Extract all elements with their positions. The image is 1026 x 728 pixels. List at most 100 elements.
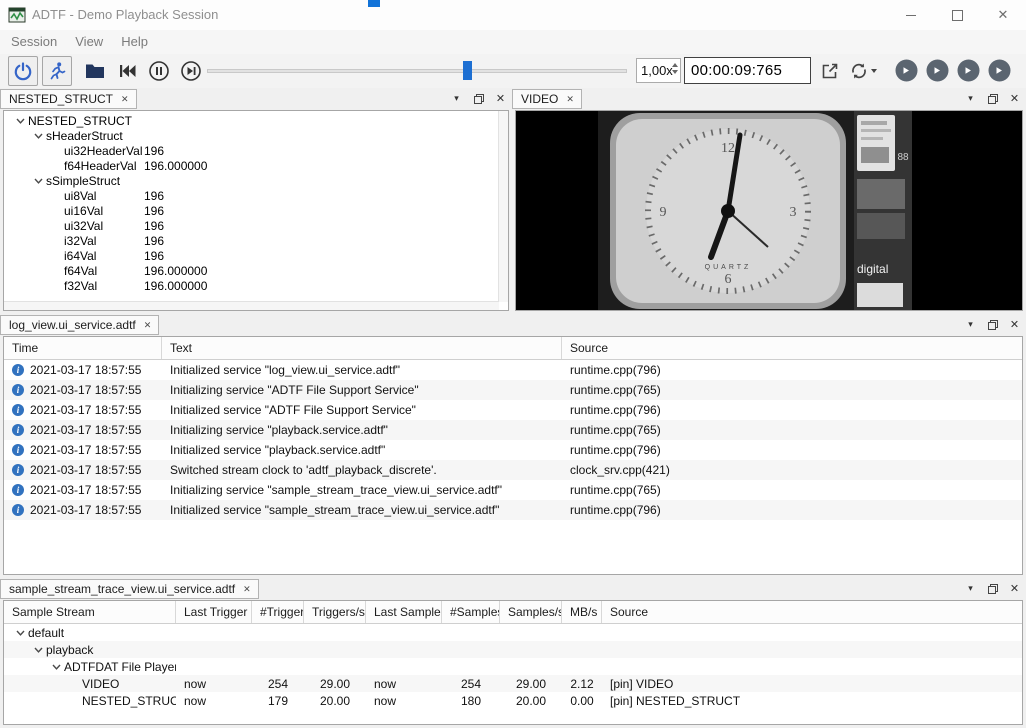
run-session-button[interactable] [42,56,72,86]
column-header-samples-per-s[interactable]: Samples/s [500,601,562,623]
column-header-text[interactable]: Text [162,337,562,359]
panel-close-button[interactable]: ✕ [1007,317,1022,332]
tree-item[interactable]: f32Val196.000000 [4,278,498,293]
strip-digital-text: digital [857,262,888,276]
playback-time-display[interactable]: 00:00:09:765 [684,57,811,84]
vertical-scrollbar[interactable] [498,111,508,302]
panel-float-button[interactable] [471,91,486,106]
chevron-down-icon[interactable] [12,630,28,636]
tree-item[interactable]: sSimpleStruct [4,173,498,188]
tab-nested-struct[interactable]: NESTED_STRUCT ✕ [0,89,137,109]
column-header-time[interactable]: Time [4,337,162,359]
timeline-slider[interactable] [207,61,627,81]
chevron-down-icon[interactable] [30,178,46,184]
marker-button-2[interactable] [926,59,949,82]
chevron-down-icon[interactable] [30,133,46,139]
log-row[interactable]: i2021-03-17 18:57:55Initialized service … [4,360,1022,380]
skip-to-start-button[interactable] [112,56,142,86]
panel-menu-button[interactable]: ▾ [963,91,978,106]
pause-button[interactable] [144,56,174,86]
panel-header: NESTED_STRUCT ✕ ▾ ✕ [0,88,512,110]
tab-video[interactable]: VIDEO ✕ [512,89,582,109]
menu-help[interactable]: Help [112,30,157,54]
tree-item[interactable]: f64HeaderVal196.000000 [4,158,498,173]
tree-item-label: sHeaderStruct [46,129,123,143]
panel-float-button[interactable] [985,317,1000,332]
panel-float-button[interactable] [985,91,1000,106]
step-forward-button[interactable] [176,56,206,86]
panel-menu-button[interactable]: ▾ [449,91,464,106]
minimize-button[interactable] [888,0,934,30]
menu-session[interactable]: Session [2,30,66,54]
spin-up-icon[interactable] [672,63,678,67]
column-header-source[interactable]: Source [602,601,1022,623]
tree-item[interactable]: ui32HeaderVal196 [4,143,498,158]
timeline-slider-track[interactable] [207,69,627,73]
trace-row[interactable]: playback [4,641,1022,658]
log-row[interactable]: i2021-03-17 18:57:55Initialized service … [4,500,1022,520]
chevron-down-icon[interactable] [48,664,64,670]
panel-menu-button[interactable]: ▾ [963,317,978,332]
column-header-sample-stream[interactable]: Sample Stream [4,601,176,623]
column-header-last-trigger[interactable]: Last Trigger [176,601,252,623]
close-button[interactable]: ✕ [980,0,1026,30]
repeat-button[interactable] [845,58,881,84]
trace-row[interactable]: ADTFDAT File Player [4,658,1022,675]
panel-float-button[interactable] [985,581,1000,596]
log-row[interactable]: i2021-03-17 18:57:55Initialized service … [4,440,1022,460]
trace-row[interactable]: VIDEOnow25429.00now25429.002.12[pin] VID… [4,675,1022,692]
trace-row[interactable]: NESTED_STRUCTnow17920.00now18020.000.00[… [4,692,1022,709]
horizontal-scrollbar[interactable] [4,301,499,310]
tree-item[interactable]: ui8Val196 [4,188,498,203]
log-row[interactable]: i2021-03-17 18:57:55Initializing service… [4,380,1022,400]
tree-item[interactable]: ui32Val196 [4,218,498,233]
marker-button-4[interactable] [988,59,1011,82]
spin-arrows[interactable] [672,63,678,74]
tab-close-icon[interactable]: ✕ [243,584,251,595]
float-window-icon [987,319,999,331]
log-row[interactable]: i2021-03-17 18:57:55Initialized service … [4,400,1022,420]
chevron-down-icon[interactable] [30,647,46,653]
spin-down-icon[interactable] [672,70,678,74]
timeline-slider-handle[interactable] [463,61,472,80]
tab-log-view[interactable]: log_view.ui_service.adtf ✕ [0,315,159,335]
log-row[interactable]: i2021-03-17 18:57:55Initializing service… [4,420,1022,440]
open-file-button[interactable] [80,56,110,86]
menu-view[interactable]: View [66,30,112,54]
tree-item[interactable]: i64Val196 [4,248,498,263]
tab-close-icon[interactable]: ✕ [121,94,129,105]
trace-cell: 29.00 [500,677,562,691]
log-row[interactable]: i2021-03-17 18:57:55Switched stream cloc… [4,460,1022,480]
column-header-last-sample[interactable]: Last Sample [366,601,442,623]
dropdown-arrow-icon[interactable] [871,69,877,73]
log-row[interactable]: i2021-03-17 18:57:55Initializing service… [4,480,1022,500]
maximize-button[interactable] [934,0,980,30]
panel-menu-button[interactable]: ▾ [963,581,978,596]
tree-item[interactable]: NESTED_STRUCT [4,113,498,128]
marker-button-3[interactable] [957,59,980,82]
column-header-sample-count[interactable]: #Samples [442,601,500,623]
tree-item[interactable]: f64Val196.000000 [4,263,498,278]
playback-speed-spinbox[interactable]: 1,00x [636,58,681,83]
tree-item-value: 196.000000 [144,264,207,278]
marker-button-1[interactable] [895,59,918,82]
init-session-button[interactable] [8,56,38,86]
column-header-source[interactable]: Source [562,337,1022,359]
column-header-triggers-per-s[interactable]: Triggers/s [304,601,366,623]
tab-close-icon[interactable]: ✕ [566,94,574,105]
chevron-down-icon[interactable] [12,118,28,124]
tab-close-icon[interactable]: ✕ [144,320,152,331]
tab-sample-stream-trace[interactable]: sample_stream_trace_view.ui_service.adtf… [0,579,259,599]
tree-item[interactable]: sHeaderStruct [4,128,498,143]
trace-row[interactable]: default [4,624,1022,641]
panel-close-button[interactable]: ✕ [1007,91,1022,106]
tree-item[interactable]: i32Val196 [4,233,498,248]
panel-close-button[interactable]: ✕ [493,91,508,106]
float-window-icon [987,583,999,595]
open-external-button[interactable] [817,58,843,84]
column-header-trigger-count[interactable]: #Trigger [252,601,304,623]
panel-close-button[interactable]: ✕ [1007,581,1022,596]
log-time: 2021-03-17 18:57:55 [30,443,141,457]
column-header-mb-per-s[interactable]: MB/s [562,601,602,623]
tree-item[interactable]: ui16Val196 [4,203,498,218]
